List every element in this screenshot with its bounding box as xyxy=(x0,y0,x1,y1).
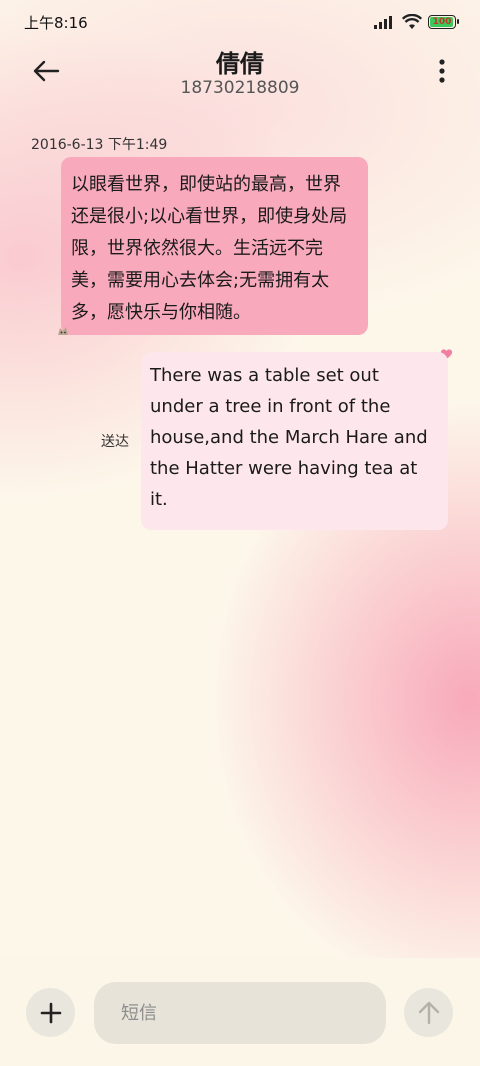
battery-level: 100 xyxy=(432,17,452,27)
status-bar: 上午8:16 100 xyxy=(0,0,480,44)
plus-icon xyxy=(40,1002,61,1023)
send-button[interactable] xyxy=(404,988,453,1037)
message-composer xyxy=(0,958,480,1066)
contact-name: 倩倩 xyxy=(216,50,264,78)
message-timestamp: 2016-6-13 下午1:49 xyxy=(31,137,168,153)
fox-sticker-icon xyxy=(58,327,68,335)
more-options-button[interactable] xyxy=(434,56,450,86)
delivery-status: 送达 xyxy=(101,434,129,450)
status-time: 上午8:16 xyxy=(24,13,88,32)
more-vertical-icon xyxy=(439,59,445,83)
wifi-icon xyxy=(402,14,422,29)
battery-icon: 100 xyxy=(428,15,459,29)
send-arrow-up-icon xyxy=(418,1001,439,1024)
sms-input[interactable] xyxy=(94,982,386,1044)
sent-message-bubble[interactable]: There was a table set out under a tree i… xyxy=(141,352,448,530)
contact-number: 18730218809 xyxy=(180,78,300,98)
received-message-bubble[interactable]: 以眼看世界，即使站的最高，世界还是很小;以心看世界，即使身处局限，世界依然很大。… xyxy=(61,157,368,335)
add-attachment-button[interactable] xyxy=(26,988,75,1037)
conversation-header: 倩倩 18730218809 xyxy=(0,40,480,104)
signal-icon xyxy=(374,16,392,29)
status-icons: 100 xyxy=(374,14,459,30)
